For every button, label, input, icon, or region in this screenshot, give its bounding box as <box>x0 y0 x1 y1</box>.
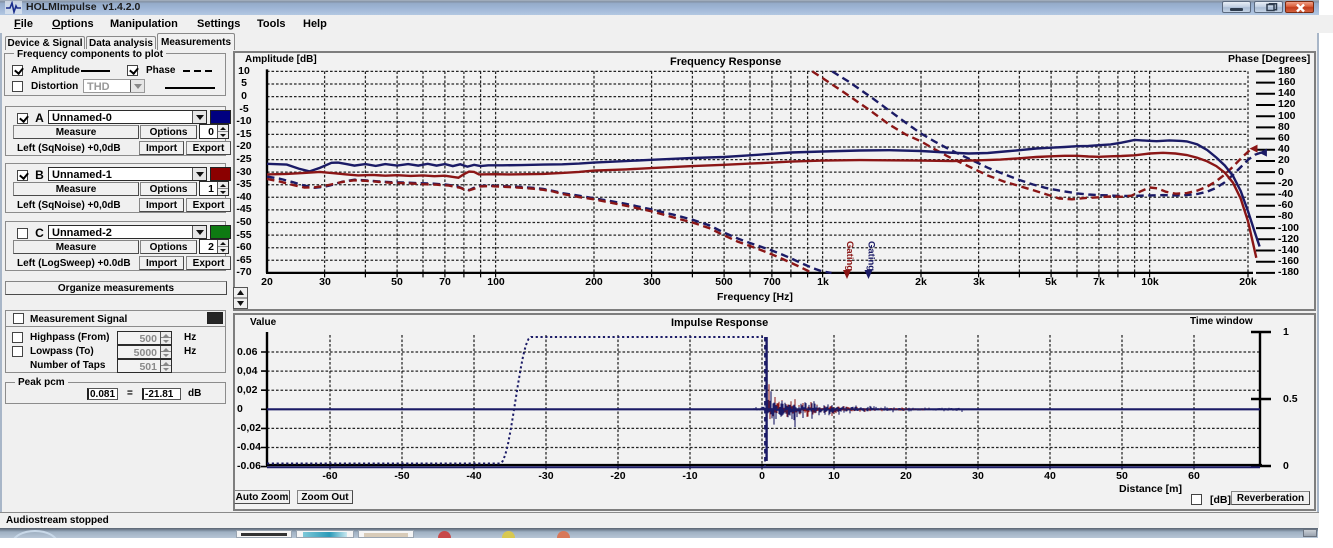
svg-text:Gating: Gating <box>844 241 855 271</box>
svg-text:Gating: Gating <box>866 241 877 271</box>
